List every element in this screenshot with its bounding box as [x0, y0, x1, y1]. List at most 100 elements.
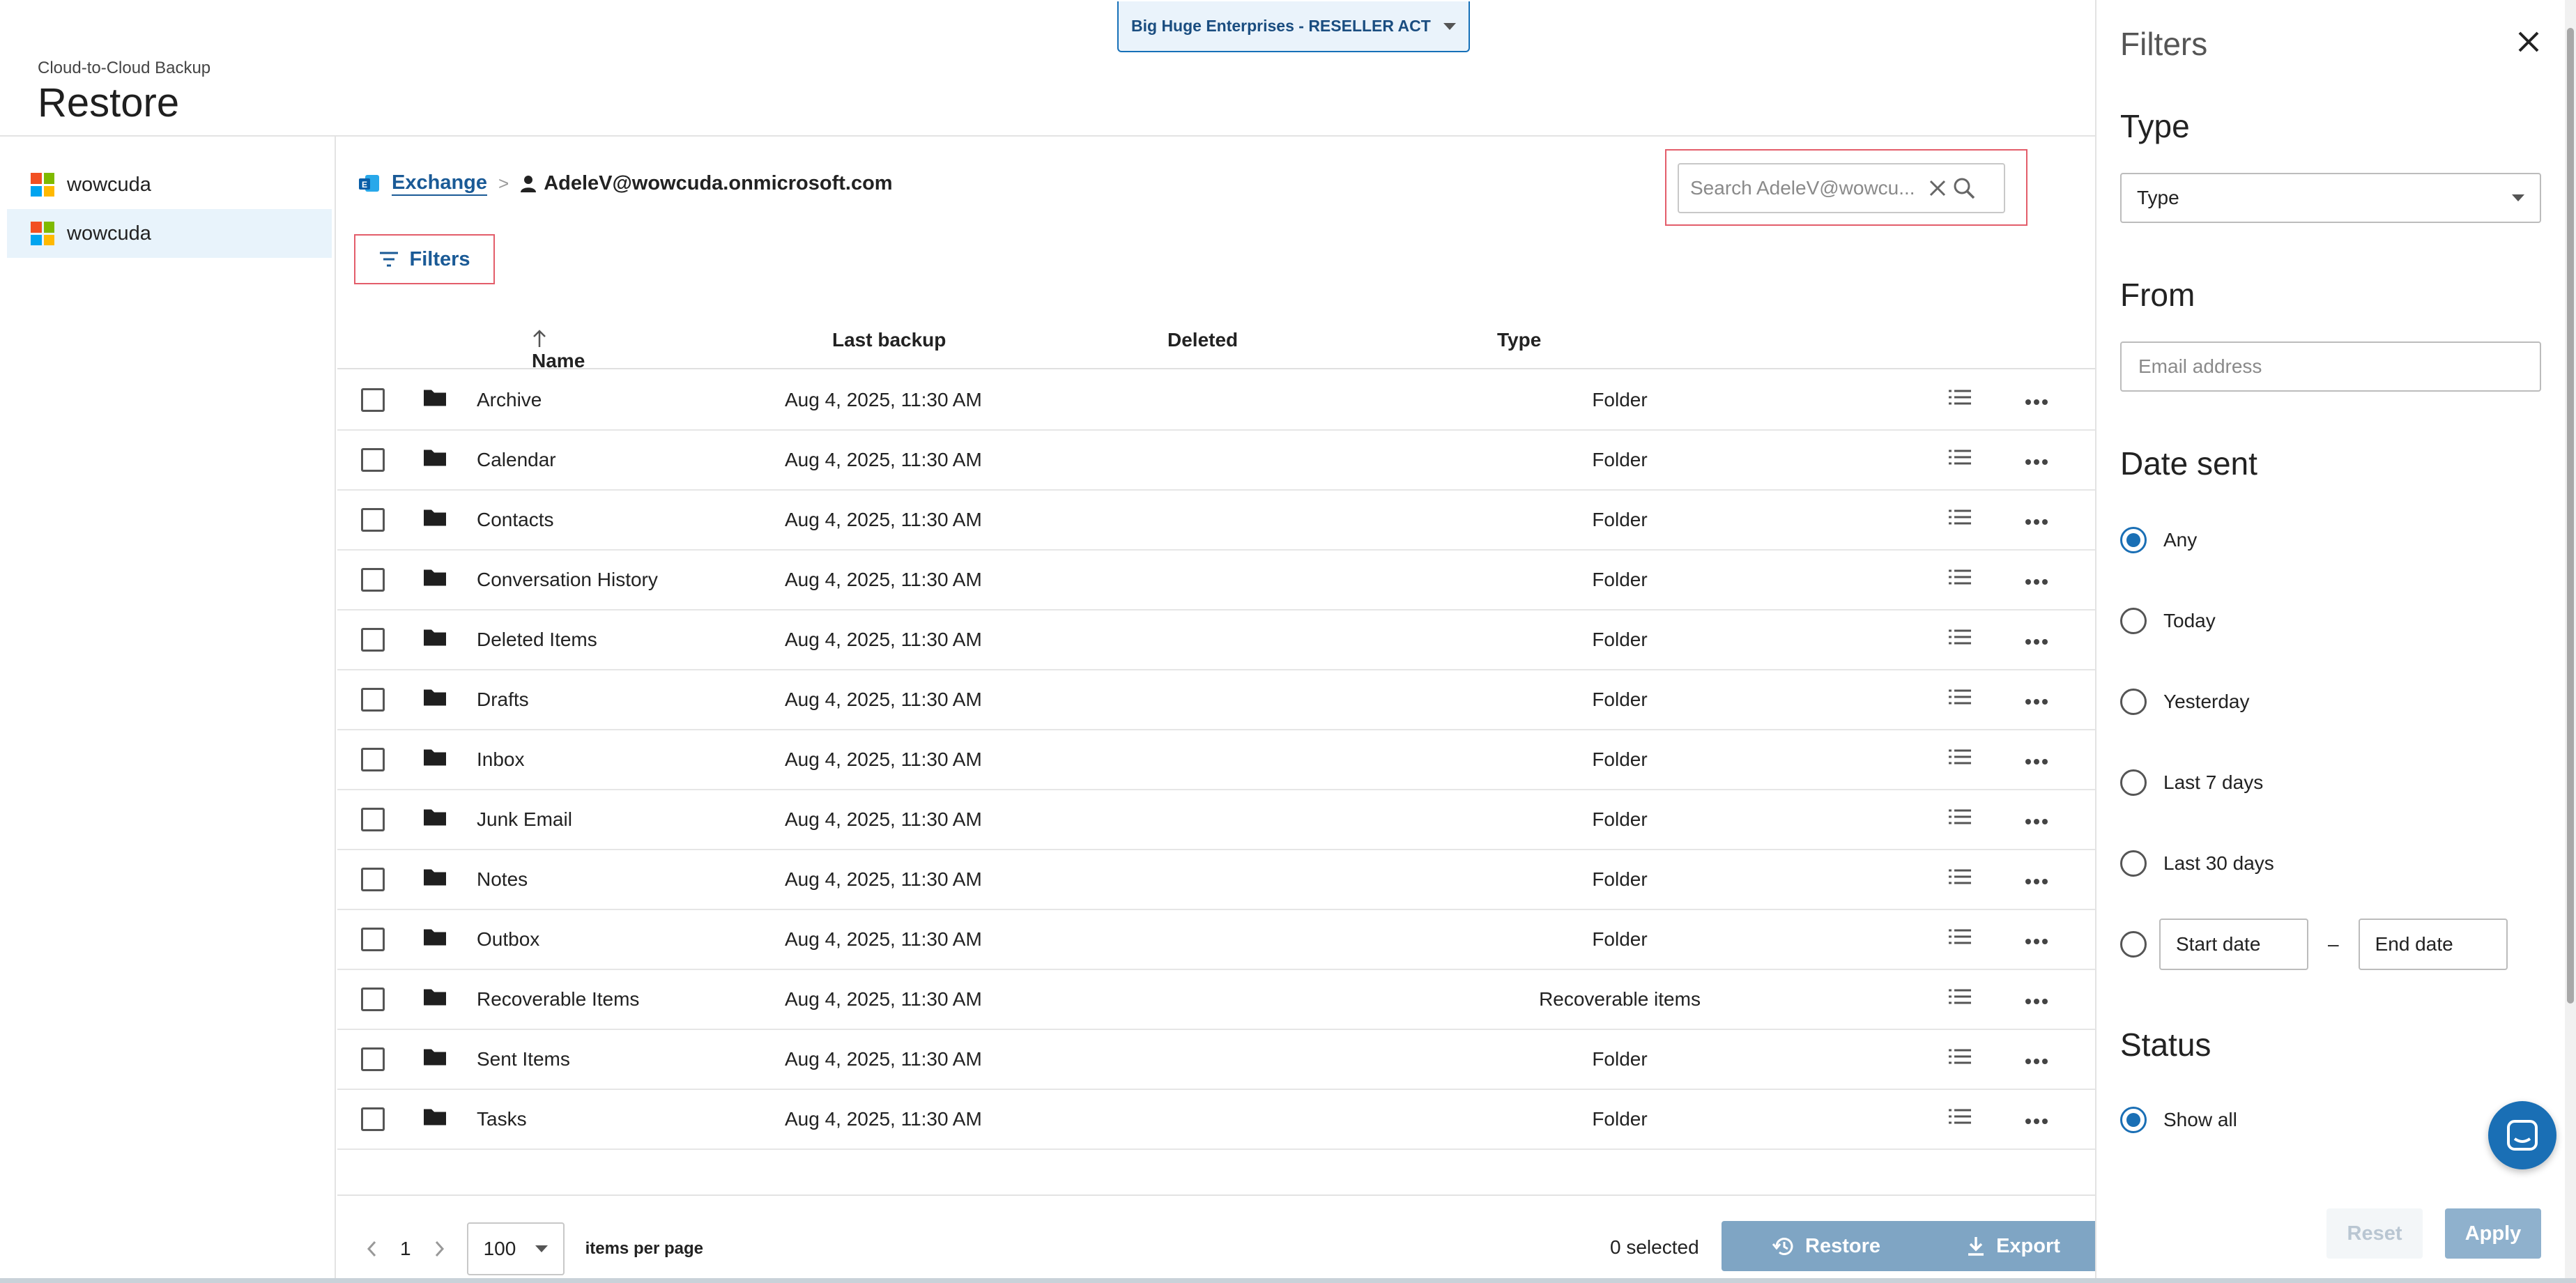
list-icon[interactable] [1947, 628, 1972, 652]
table-row[interactable]: Conversation History Aug 4, 2025, 11:30 A… [337, 551, 2095, 610]
radio-today[interactable] [2120, 608, 2147, 634]
list-icon[interactable] [1947, 928, 1972, 952]
chevron-left-icon[interactable] [365, 1238, 379, 1259]
more-icon[interactable] [2024, 748, 2049, 771]
radio-any[interactable] [2120, 527, 2147, 553]
clear-icon[interactable] [1927, 178, 1948, 199]
more-icon[interactable] [2024, 689, 2049, 711]
table-row[interactable]: Archive Aug 4, 2025, 11:30 AM Folder [337, 371, 2095, 431]
row-name[interactable]: Sent Items [477, 1048, 570, 1070]
row-checkbox[interactable] [361, 1047, 385, 1071]
more-icon[interactable] [2024, 1108, 2049, 1130]
list-icon[interactable] [1947, 388, 1972, 413]
chat-launcher-button[interactable] [2488, 1101, 2556, 1169]
row-checkbox[interactable] [361, 868, 385, 891]
column-name[interactable]: Name [532, 329, 585, 371]
row-name[interactable]: Calendar [477, 449, 556, 471]
row-checkbox[interactable] [361, 1107, 385, 1131]
list-icon[interactable] [1947, 1107, 1972, 1132]
row-checkbox[interactable] [361, 748, 385, 771]
more-icon[interactable] [2024, 1048, 2049, 1070]
radio-last-30-days[interactable] [2120, 850, 2147, 877]
row-name[interactable]: Notes [477, 868, 528, 891]
list-icon[interactable] [1947, 1047, 1972, 1072]
row-checkbox[interactable] [361, 388, 385, 412]
date-option-last-7-days[interactable]: Last 7 days [2120, 769, 2263, 796]
more-icon[interactable] [2024, 988, 2049, 1011]
sidebar-item-tenant[interactable]: wowcuda [7, 160, 332, 209]
column-deleted[interactable]: Deleted [1167, 329, 1238, 351]
reset-button[interactable]: Reset [2326, 1208, 2423, 1259]
table-row[interactable]: Contacts Aug 4, 2025, 11:30 AM Folder [337, 491, 2095, 551]
radio-last-7-days[interactable] [2120, 769, 2147, 796]
apply-button[interactable]: Apply [2445, 1208, 2541, 1259]
date-option-today[interactable]: Today [2120, 608, 2216, 634]
row-checkbox[interactable] [361, 688, 385, 712]
items-per-page-select[interactable]: 100 [466, 1222, 565, 1275]
more-icon[interactable] [2024, 389, 2049, 411]
chevron-right-icon[interactable] [432, 1238, 446, 1259]
list-icon[interactable] [1947, 988, 1972, 1012]
row-checkbox[interactable] [361, 808, 385, 831]
restore-button[interactable]: Restore [1722, 1221, 1931, 1271]
row-checkbox[interactable] [361, 628, 385, 652]
row-name[interactable]: Deleted Items [477, 629, 597, 651]
list-icon[interactable] [1947, 448, 1972, 473]
end-date-field[interactable]: End date [2358, 919, 2508, 970]
more-icon[interactable] [2024, 868, 2049, 891]
table-row[interactable]: Inbox Aug 4, 2025, 11:30 AM Folder [337, 730, 2095, 790]
row-name[interactable]: Conversation History [477, 569, 658, 591]
column-type[interactable]: Type [1497, 329, 1541, 351]
filters-button[interactable]: Filters [355, 236, 493, 283]
row-checkbox[interactable] [361, 928, 385, 951]
row-name[interactable]: Junk Email [477, 808, 572, 831]
type-select[interactable]: Type [2120, 173, 2541, 223]
row-name[interactable]: Recoverable Items [477, 988, 639, 1011]
row-name[interactable]: Contacts [477, 509, 554, 531]
table-row[interactable]: Deleted Items Aug 4, 2025, 11:30 AM Folder [337, 610, 2095, 670]
radio-show-all[interactable] [2120, 1107, 2147, 1133]
search-input[interactable] [1690, 177, 1920, 199]
list-icon[interactable] [1947, 748, 1972, 772]
row-name[interactable]: Tasks [477, 1108, 527, 1130]
table-row[interactable]: Junk Email Aug 4, 2025, 11:30 AM Folder [337, 790, 2095, 850]
date-option-any[interactable]: Any [2120, 527, 2197, 553]
more-icon[interactable] [2024, 808, 2049, 831]
list-icon[interactable] [1947, 808, 1972, 832]
row-checkbox[interactable] [361, 448, 385, 472]
list-icon[interactable] [1947, 508, 1972, 532]
sidebar-item-tenant-active[interactable]: wowcuda [7, 209, 332, 258]
search-icon[interactable] [1952, 176, 1976, 200]
radio-yesterday[interactable] [2120, 689, 2147, 715]
start-date-field[interactable]: Start date [2159, 919, 2308, 970]
close-icon[interactable] [2515, 28, 2543, 56]
more-icon[interactable] [2024, 509, 2049, 531]
row-name[interactable]: Outbox [477, 928, 539, 951]
scrollbar-thumb[interactable] [2567, 28, 2574, 1004]
list-icon[interactable] [1947, 568, 1972, 592]
row-name[interactable]: Drafts [477, 689, 529, 711]
more-icon[interactable] [2024, 449, 2049, 471]
from-email-field[interactable] [2138, 355, 2523, 378]
list-icon[interactable] [1947, 688, 1972, 712]
row-checkbox[interactable] [361, 568, 385, 592]
more-icon[interactable] [2024, 569, 2049, 591]
date-option-last-30-days[interactable]: Last 30 days [2120, 850, 2274, 877]
more-icon[interactable] [2024, 629, 2049, 651]
row-name[interactable]: Archive [477, 389, 542, 411]
row-checkbox[interactable] [361, 508, 385, 532]
list-icon[interactable] [1947, 868, 1972, 892]
row-name[interactable]: Inbox [477, 748, 525, 771]
radio-custom-range[interactable] [2120, 931, 2147, 958]
date-option-yesterday[interactable]: Yesterday [2120, 689, 2250, 715]
date-option-custom-range[interactable]: Start date – End date [2120, 919, 2508, 970]
export-button[interactable]: Export [1908, 1221, 2117, 1271]
breadcrumb-exchange-link[interactable]: Exchange [392, 171, 487, 196]
more-icon[interactable] [2024, 928, 2049, 951]
status-option-show-all[interactable]: Show all [2120, 1107, 2237, 1133]
table-row[interactable]: Notes Aug 4, 2025, 11:30 AM Folder [337, 850, 2095, 910]
table-row[interactable]: Recoverable Items Aug 4, 2025, 11:30 AM Re… [337, 970, 2095, 1030]
table-row[interactable]: Calendar Aug 4, 2025, 11:30 AM Folder [337, 431, 2095, 491]
row-checkbox[interactable] [361, 988, 385, 1011]
table-row[interactable]: Drafts Aug 4, 2025, 11:30 AM Folder [337, 670, 2095, 730]
